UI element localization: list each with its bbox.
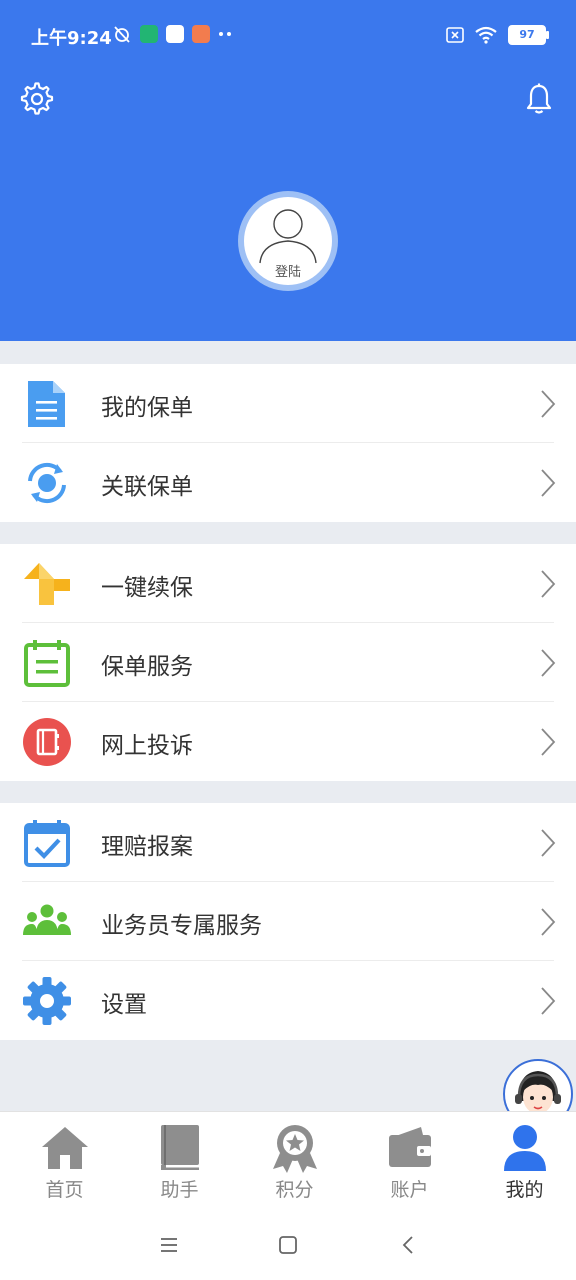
chevron-right-icon: [541, 390, 556, 418]
tab-label: 我的: [505, 1179, 544, 1201]
tab-points[interactable]: 积分: [237, 1112, 352, 1211]
tab-assistant[interactable]: 助手: [122, 1112, 237, 1211]
tab-label: 助手: [160, 1179, 199, 1201]
person-icon: [504, 1125, 546, 1171]
menu-item-claim-report[interactable]: 理赔报案: [0, 803, 576, 882]
settings-button[interactable]: [20, 82, 54, 116]
menu-label: 理赔报案: [101, 834, 193, 860]
menu-nav-icon[interactable]: [156, 1232, 182, 1258]
shop-app-icon: [192, 25, 210, 43]
menu-label: 一键续保: [101, 575, 193, 601]
menu-label: 保单服务: [101, 654, 193, 680]
origami-icon: [24, 563, 70, 605]
tab-label: 积分: [275, 1179, 314, 1201]
menu-label: 网上投诉: [101, 733, 193, 759]
battery-indicator: 97: [508, 25, 549, 45]
menu-item-settings[interactable]: 设置: [0, 961, 576, 1040]
status-bar: 上午9:24 97: [0, 0, 576, 70]
sync-icon: [28, 462, 66, 504]
wifi-icon: [475, 26, 497, 44]
back-nav-icon[interactable]: [396, 1232, 422, 1258]
tab-label: 首页: [45, 1179, 84, 1201]
chevron-right-icon: [541, 728, 556, 756]
menu-item-one-click-renewal[interactable]: 一键续保: [0, 544, 576, 623]
menu-label: 设置: [101, 992, 147, 1018]
menu-item-my-policies[interactable]: 我的保单: [0, 364, 576, 443]
home-icon: [42, 1127, 88, 1169]
sim-off-icon: [446, 27, 464, 43]
menu-item-agent-service[interactable]: 业务员专属服务: [0, 882, 576, 961]
people-icon: [23, 904, 71, 935]
notifications-button[interactable]: [522, 82, 556, 116]
clipboard-icon: [24, 640, 70, 687]
menu-group-policies: 我的保单 关联保单: [0, 364, 576, 522]
alarm-off-icon: [114, 26, 130, 43]
status-time: 上午9:24: [31, 28, 112, 49]
login-label[interactable]: 登陆: [244, 261, 332, 280]
system-nav-bar: [0, 1210, 576, 1280]
gear-icon: [20, 82, 54, 115]
status-icons-right: 97: [446, 25, 549, 45]
menu-item-online-complaint[interactable]: 网上投诉: [0, 702, 576, 781]
menu-label: 我的保单: [101, 395, 193, 421]
login-avatar[interactable]: 登陆: [244, 197, 332, 285]
more-dots-icon: [219, 32, 231, 36]
home-nav-icon[interactable]: [275, 1232, 301, 1258]
tab-home[interactable]: 首页: [7, 1112, 122, 1211]
document-icon: [28, 381, 65, 427]
gear-icon: [23, 977, 71, 1025]
bell-icon: [526, 83, 552, 114]
menu-group-claims: 理赔报案 业务员专属服务 设置: [0, 803, 576, 1040]
chevron-right-icon: [541, 469, 556, 497]
menu-label: 关联保单: [101, 474, 193, 500]
tab-account[interactable]: 账户: [352, 1112, 467, 1211]
notebook-icon: [23, 718, 71, 766]
tab-mine[interactable]: 我的: [467, 1112, 576, 1211]
chevron-right-icon: [541, 908, 556, 936]
menu-item-policy-service[interactable]: 保单服务: [0, 623, 576, 702]
medal-icon: [273, 1125, 317, 1173]
profile-header: 上午9:24 97 登陆: [0, 0, 576, 341]
chevron-right-icon: [541, 649, 556, 677]
chevron-right-icon: [541, 829, 556, 857]
menu-item-link-policy[interactable]: 关联保单: [0, 443, 576, 522]
bottom-tab-bar: 首页 助手 积分 账户 我的: [0, 1111, 576, 1211]
wallet-icon: [389, 1127, 431, 1167]
chevron-right-icon: [541, 987, 556, 1015]
tab-label: 账户: [390, 1179, 429, 1201]
book-icon: [161, 1125, 199, 1170]
status-icons-left: [112, 24, 232, 44]
menu-group-services: 一键续保 保单服务 网上投诉: [0, 544, 576, 781]
chevron-right-icon: [541, 570, 556, 598]
qq-app-icon: [166, 25, 184, 43]
shield-app-icon: [140, 25, 158, 43]
menu-label: 业务员专属服务: [101, 913, 262, 939]
calendar-check-icon: [24, 820, 70, 867]
